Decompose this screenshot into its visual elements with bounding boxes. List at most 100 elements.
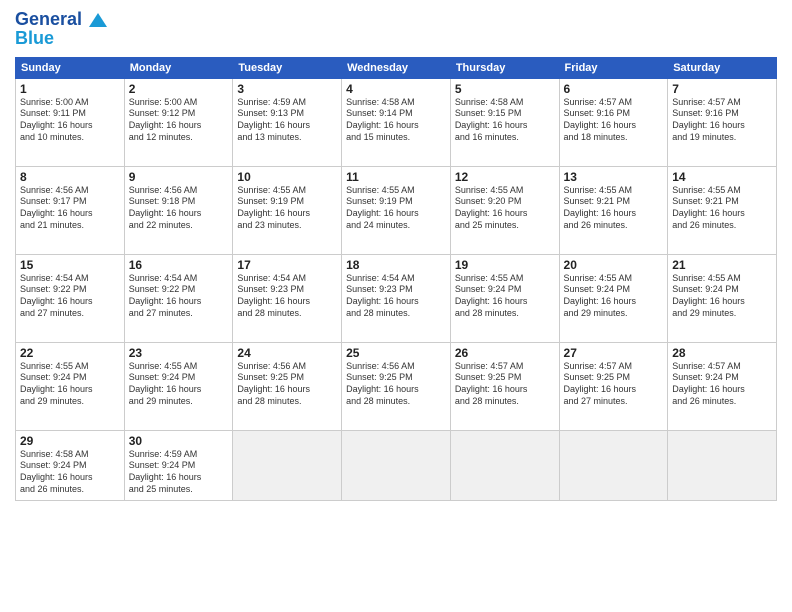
calendar-day-34: [559, 430, 668, 500]
day-number: 5: [455, 82, 555, 96]
day-info: Sunrise: 4:54 AM Sunset: 9:22 PM Dayligh…: [20, 273, 120, 320]
calendar-day-11: 11Sunrise: 4:55 AM Sunset: 9:19 PM Dayli…: [342, 166, 451, 254]
calendar-day-1: 1Sunrise: 5:00 AM Sunset: 9:11 PM Daylig…: [16, 78, 125, 166]
day-number: 24: [237, 346, 337, 360]
day-info: Sunrise: 4:56 AM Sunset: 9:18 PM Dayligh…: [129, 185, 229, 232]
day-number: 20: [564, 258, 664, 272]
day-info: Sunrise: 4:57 AM Sunset: 9:16 PM Dayligh…: [672, 97, 772, 144]
day-info: Sunrise: 4:55 AM Sunset: 9:24 PM Dayligh…: [129, 361, 229, 408]
logo-text: General: [15, 10, 107, 30]
calendar-day-15: 15Sunrise: 4:54 AM Sunset: 9:22 PM Dayli…: [16, 254, 125, 342]
day-info: Sunrise: 4:59 AM Sunset: 9:13 PM Dayligh…: [237, 97, 337, 144]
calendar-day-10: 10Sunrise: 4:55 AM Sunset: 9:19 PM Dayli…: [233, 166, 342, 254]
day-info: Sunrise: 4:55 AM Sunset: 9:19 PM Dayligh…: [237, 185, 337, 232]
day-number: 28: [672, 346, 772, 360]
calendar-day-33: [450, 430, 559, 500]
day-number: 23: [129, 346, 229, 360]
day-number: 21: [672, 258, 772, 272]
day-info: Sunrise: 4:55 AM Sunset: 9:24 PM Dayligh…: [20, 361, 120, 408]
calendar-day-12: 12Sunrise: 4:55 AM Sunset: 9:20 PM Dayli…: [450, 166, 559, 254]
day-info: Sunrise: 4:55 AM Sunset: 9:24 PM Dayligh…: [564, 273, 664, 320]
day-number: 11: [346, 170, 446, 184]
day-number: 16: [129, 258, 229, 272]
calendar-day-5: 5Sunrise: 4:58 AM Sunset: 9:15 PM Daylig…: [450, 78, 559, 166]
day-info: Sunrise: 4:58 AM Sunset: 9:14 PM Dayligh…: [346, 97, 446, 144]
weekday-header-thursday: Thursday: [450, 57, 559, 78]
day-info: Sunrise: 4:56 AM Sunset: 9:25 PM Dayligh…: [346, 361, 446, 408]
day-info: Sunrise: 4:55 AM Sunset: 9:20 PM Dayligh…: [455, 185, 555, 232]
day-info: Sunrise: 4:55 AM Sunset: 9:21 PM Dayligh…: [564, 185, 664, 232]
weekday-header-row: SundayMondayTuesdayWednesdayThursdayFrid…: [16, 57, 777, 78]
day-number: 3: [237, 82, 337, 96]
day-info: Sunrise: 4:58 AM Sunset: 9:24 PM Dayligh…: [20, 449, 120, 496]
logo-icon: [89, 13, 107, 27]
day-info: Sunrise: 4:54 AM Sunset: 9:22 PM Dayligh…: [129, 273, 229, 320]
calendar-week-2: 8Sunrise: 4:56 AM Sunset: 9:17 PM Daylig…: [16, 166, 777, 254]
day-number: 29: [20, 434, 120, 448]
day-number: 9: [129, 170, 229, 184]
day-number: 13: [564, 170, 664, 184]
day-number: 25: [346, 346, 446, 360]
day-number: 4: [346, 82, 446, 96]
calendar-day-35: [668, 430, 777, 500]
day-number: 22: [20, 346, 120, 360]
calendar-day-24: 24Sunrise: 4:56 AM Sunset: 9:25 PM Dayli…: [233, 342, 342, 430]
main-container: General Blue SundayMondayTuesdayWednesda…: [0, 0, 792, 511]
day-number: 30: [129, 434, 229, 448]
calendar-week-1: 1Sunrise: 5:00 AM Sunset: 9:11 PM Daylig…: [16, 78, 777, 166]
day-number: 10: [237, 170, 337, 184]
calendar-day-8: 8Sunrise: 4:56 AM Sunset: 9:17 PM Daylig…: [16, 166, 125, 254]
day-info: Sunrise: 5:00 AM Sunset: 9:12 PM Dayligh…: [129, 97, 229, 144]
day-number: 19: [455, 258, 555, 272]
day-info: Sunrise: 4:58 AM Sunset: 9:15 PM Dayligh…: [455, 97, 555, 144]
page-header: General Blue: [15, 10, 777, 49]
day-number: 17: [237, 258, 337, 272]
day-info: Sunrise: 4:55 AM Sunset: 9:21 PM Dayligh…: [672, 185, 772, 232]
calendar-day-13: 13Sunrise: 4:55 AM Sunset: 9:21 PM Dayli…: [559, 166, 668, 254]
calendar-day-21: 21Sunrise: 4:55 AM Sunset: 9:24 PM Dayli…: [668, 254, 777, 342]
weekday-header-tuesday: Tuesday: [233, 57, 342, 78]
day-number: 14: [672, 170, 772, 184]
weekday-header-wednesday: Wednesday: [342, 57, 451, 78]
day-number: 1: [20, 82, 120, 96]
calendar-day-19: 19Sunrise: 4:55 AM Sunset: 9:24 PM Dayli…: [450, 254, 559, 342]
calendar-day-4: 4Sunrise: 4:58 AM Sunset: 9:14 PM Daylig…: [342, 78, 451, 166]
calendar-day-14: 14Sunrise: 4:55 AM Sunset: 9:21 PM Dayli…: [668, 166, 777, 254]
day-number: 15: [20, 258, 120, 272]
day-info: Sunrise: 4:54 AM Sunset: 9:23 PM Dayligh…: [346, 273, 446, 320]
calendar-day-31: [233, 430, 342, 500]
calendar-day-27: 27Sunrise: 4:57 AM Sunset: 9:25 PM Dayli…: [559, 342, 668, 430]
day-info: Sunrise: 4:55 AM Sunset: 9:19 PM Dayligh…: [346, 185, 446, 232]
weekday-header-friday: Friday: [559, 57, 668, 78]
calendar-week-4: 22Sunrise: 4:55 AM Sunset: 9:24 PM Dayli…: [16, 342, 777, 430]
calendar-day-28: 28Sunrise: 4:57 AM Sunset: 9:24 PM Dayli…: [668, 342, 777, 430]
day-info: Sunrise: 4:57 AM Sunset: 9:24 PM Dayligh…: [672, 361, 772, 408]
day-info: Sunrise: 4:57 AM Sunset: 9:25 PM Dayligh…: [564, 361, 664, 408]
weekday-header-saturday: Saturday: [668, 57, 777, 78]
day-info: Sunrise: 4:59 AM Sunset: 9:24 PM Dayligh…: [129, 449, 229, 496]
day-number: 12: [455, 170, 555, 184]
logo: General Blue: [15, 10, 107, 49]
calendar-day-6: 6Sunrise: 4:57 AM Sunset: 9:16 PM Daylig…: [559, 78, 668, 166]
calendar-day-16: 16Sunrise: 4:54 AM Sunset: 9:22 PM Dayli…: [124, 254, 233, 342]
day-number: 2: [129, 82, 229, 96]
calendar-day-20: 20Sunrise: 4:55 AM Sunset: 9:24 PM Dayli…: [559, 254, 668, 342]
day-info: Sunrise: 4:57 AM Sunset: 9:25 PM Dayligh…: [455, 361, 555, 408]
calendar-day-23: 23Sunrise: 4:55 AM Sunset: 9:24 PM Dayli…: [124, 342, 233, 430]
day-info: Sunrise: 4:56 AM Sunset: 9:25 PM Dayligh…: [237, 361, 337, 408]
calendar-week-5: 29Sunrise: 4:58 AM Sunset: 9:24 PM Dayli…: [16, 430, 777, 500]
calendar-day-26: 26Sunrise: 4:57 AM Sunset: 9:25 PM Dayli…: [450, 342, 559, 430]
calendar-day-7: 7Sunrise: 4:57 AM Sunset: 9:16 PM Daylig…: [668, 78, 777, 166]
day-number: 6: [564, 82, 664, 96]
day-info: Sunrise: 4:54 AM Sunset: 9:23 PM Dayligh…: [237, 273, 337, 320]
day-info: Sunrise: 4:55 AM Sunset: 9:24 PM Dayligh…: [455, 273, 555, 320]
weekday-header-sunday: Sunday: [16, 57, 125, 78]
calendar-day-22: 22Sunrise: 4:55 AM Sunset: 9:24 PM Dayli…: [16, 342, 125, 430]
logo-blue: Blue: [15, 28, 107, 49]
day-info: Sunrise: 4:55 AM Sunset: 9:24 PM Dayligh…: [672, 273, 772, 320]
day-number: 26: [455, 346, 555, 360]
day-info: Sunrise: 4:57 AM Sunset: 9:16 PM Dayligh…: [564, 97, 664, 144]
calendar-day-17: 17Sunrise: 4:54 AM Sunset: 9:23 PM Dayli…: [233, 254, 342, 342]
calendar-day-32: [342, 430, 451, 500]
calendar-day-25: 25Sunrise: 4:56 AM Sunset: 9:25 PM Dayli…: [342, 342, 451, 430]
